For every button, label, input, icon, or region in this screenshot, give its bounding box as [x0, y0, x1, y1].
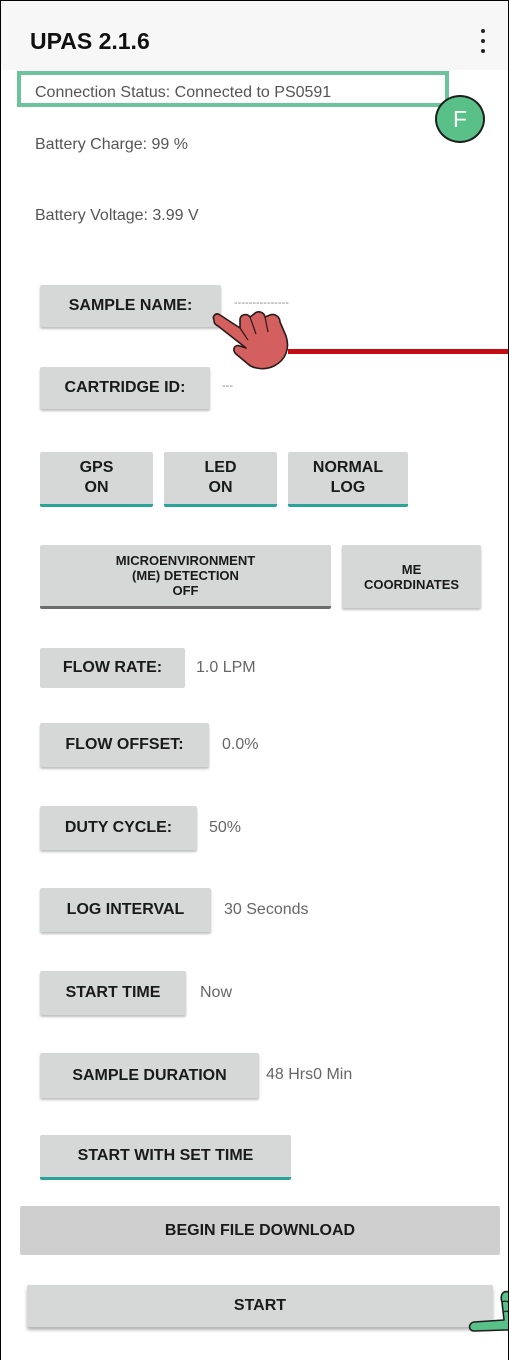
- battery-charge: Battery Charge: 99 %: [35, 136, 188, 153]
- log-interval-value: 30 Seconds: [224, 901, 309, 918]
- more-vert-icon[interactable]: [476, 29, 490, 53]
- led-toggle-line2: ON: [208, 479, 233, 496]
- start-button[interactable]: START: [27, 1285, 493, 1327]
- duty-cycle-value: 50%: [209, 819, 242, 836]
- gps-toggle-line2: ON: [84, 479, 109, 496]
- sample-name-button[interactable]: SAMPLE NAME:: [40, 285, 221, 327]
- battery-voltage: Battery Voltage: 3.99 V: [35, 207, 199, 224]
- led-toggle-line1: LED: [204, 459, 237, 476]
- app-bar: UPAS 2.1.6: [0, 0, 509, 70]
- me-detection-line1: MICROENVIRONMENT: [115, 553, 256, 568]
- highlight-box: [17, 71, 449, 107]
- log-mode-toggle[interactable]: NORMAL LOG: [288, 452, 408, 507]
- me-coordinates-button[interactable]: ME COORDINATES: [342, 545, 481, 608]
- gps-toggle-line1: GPS: [79, 459, 114, 476]
- me-detection-line3: OFF: [172, 583, 199, 598]
- cartridge-id-button[interactable]: CARTRIDGE ID:: [40, 367, 210, 409]
- sample-duration-button[interactable]: SAMPLE DURATION: [40, 1053, 259, 1098]
- gps-toggle[interactable]: GPS ON: [40, 452, 153, 507]
- flow-offset-value: 0.0%: [222, 736, 259, 753]
- pointing-hand-icon: [212, 311, 289, 370]
- duty-cycle-button[interactable]: DUTY CYCLE:: [40, 806, 197, 850]
- green-hand-icon: [468, 1290, 509, 1332]
- app-title: UPAS 2.1.6: [30, 28, 150, 54]
- begin-file-download-button[interactable]: BEGIN FILE DOWNLOAD: [20, 1206, 500, 1255]
- sample-duration-value: 48 Hrs0 Min: [266, 1066, 353, 1083]
- pointer-line: [288, 349, 509, 354]
- start-time-value: Now: [200, 984, 233, 1001]
- flow-rate-value: 1.0 LPM: [196, 659, 256, 676]
- start-time-button[interactable]: START TIME: [40, 971, 186, 1015]
- flow-offset-button[interactable]: FLOW OFFSET:: [40, 723, 209, 767]
- me-detection-line2: (ME) DETECTION: [132, 568, 239, 583]
- annotation-badge: F: [435, 95, 485, 143]
- flow-rate-button[interactable]: FLOW RATE:: [40, 648, 185, 688]
- log-mode-line1: NORMAL: [312, 459, 384, 476]
- me-detection-toggle[interactable]: MICROENVIRONMENT (ME) DETECTION OFF: [40, 545, 331, 609]
- led-toggle[interactable]: LED ON: [164, 452, 277, 507]
- log-interval-button[interactable]: LOG INTERVAL: [40, 888, 211, 932]
- log-mode-line2: LOG: [330, 479, 366, 496]
- me-coordinates-line2: COORDINATES: [363, 576, 460, 592]
- cartridge-id-value: ---: [222, 380, 233, 392]
- start-with-set-time-button[interactable]: START WITH SET TIME: [40, 1135, 291, 1180]
- me-coordinates-line1: ME: [401, 561, 422, 577]
